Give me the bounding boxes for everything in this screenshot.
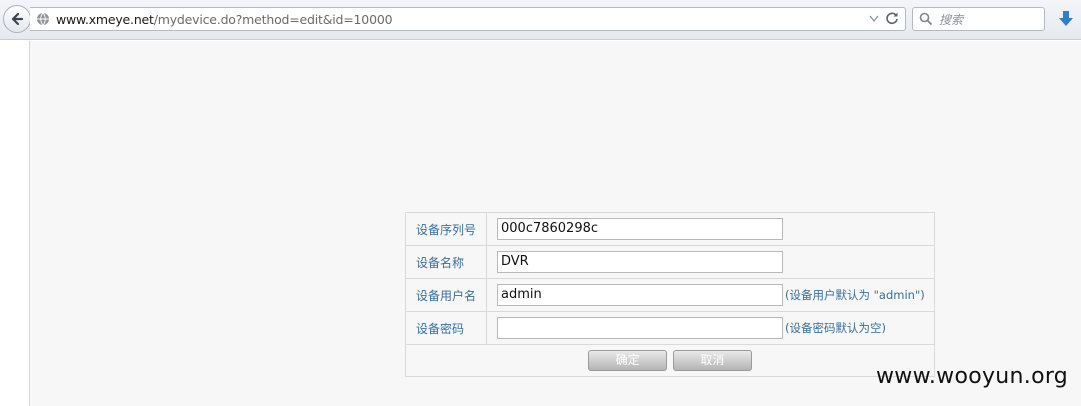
form-row-serial: 设备序列号 000c7860298c [405,212,935,246]
password-hint: (设备密码默认为空) [785,321,886,335]
url-path: /mydevice.do?method=edit&id=10000 [153,11,393,27]
back-button[interactable] [3,5,31,33]
form-row-username: 设备用户名 admin (设备用户默认为 "admin") [405,278,935,312]
page-content: 设备序列号 000c7860298c 设备名称 DVR 设备用户名 admin(… [30,41,1081,406]
download-arrow-icon [1059,11,1073,26]
left-gutter [0,41,30,406]
device-name-label: 设备名称 [405,245,487,279]
password-label: 设备密码 [405,311,487,345]
globe-icon [37,12,49,26]
search-placeholder: 搜索 [939,12,964,27]
cancel-button[interactable]: 取消 [672,350,752,371]
username-input[interactable]: admin [497,284,783,306]
form-row-name: 设备名称 DVR [405,245,935,279]
device-edit-form: 设备序列号 000c7860298c 设备名称 DVR 设备用户名 admin(… [405,212,935,377]
confirm-button[interactable]: 确定 [588,350,668,371]
browser-toolbar: www.xmeye.net/mydevice.do?method=edit&id… [0,0,1081,40]
url-host: www.xmeye.net [56,11,154,27]
serial-input[interactable]: 000c7860298c [497,218,783,240]
reload-icon[interactable] [885,11,899,25]
url-text: www.xmeye.net/mydevice.do?method=edit&id… [56,11,393,27]
username-label: 设备用户名 [405,278,487,312]
form-row-password: 设备密码 (设备密码默认为空) [405,311,935,345]
watermark: www.wooyun.org [876,364,1069,389]
form-buttons-row: 确定 取消 [405,344,935,377]
device-name-input[interactable]: DVR [497,251,783,273]
address-bar[interactable]: www.xmeye.net/mydevice.do?method=edit&id… [30,7,906,31]
search-box[interactable]: 搜索 [912,7,1045,31]
serial-label: 设备序列号 [405,212,487,246]
password-input[interactable] [497,317,783,339]
search-icon [919,12,933,26]
dropdown-arrow-icon[interactable] [869,13,879,23]
back-arrow-icon [11,12,24,26]
username-hint: (设备用户默认为 "admin") [785,288,925,302]
download-button[interactable] [1055,8,1077,30]
